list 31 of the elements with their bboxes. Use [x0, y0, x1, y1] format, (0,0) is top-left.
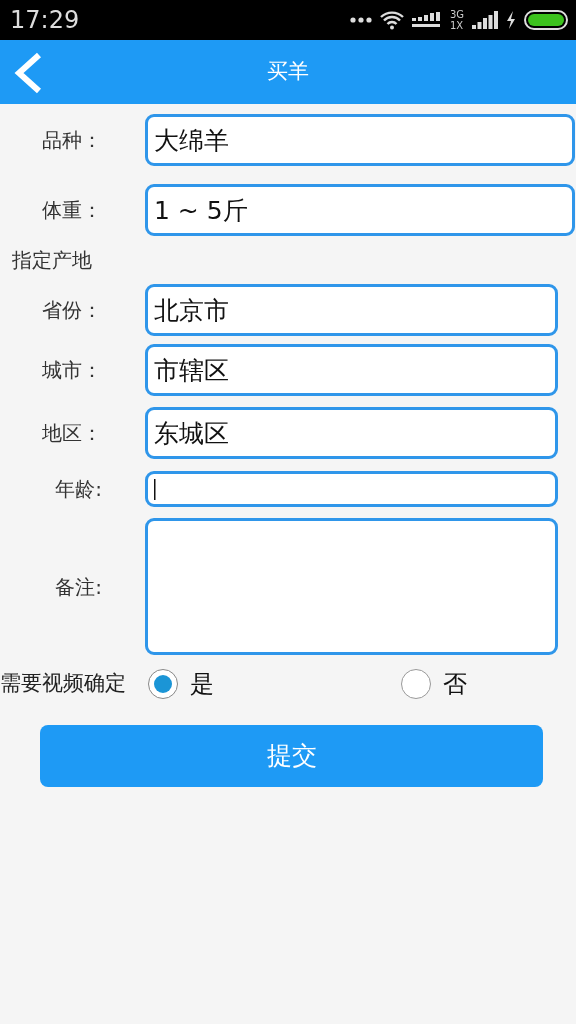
input-field[interactable]: 东城区 — [145, 407, 558, 459]
page-title: 买羊 — [267, 58, 309, 86]
input-field[interactable]: 大绵羊 — [145, 114, 575, 166]
radio-button[interactable] — [148, 669, 178, 699]
field-label: 需要视频确定 — [0, 670, 126, 698]
charging-icon — [506, 11, 516, 29]
field-label: 城市： — [41, 357, 102, 384]
input-field[interactable]: 北京市 — [145, 284, 558, 336]
signal-icon — [411, 12, 442, 28]
input-field[interactable] — [145, 471, 558, 507]
network-label: 3G 1X — [449, 9, 464, 31]
field-label: 备注: — [54, 573, 102, 601]
field-label: 省份： — [41, 297, 102, 324]
radio-label: 是 — [190, 669, 214, 700]
field-label: 体重： — [41, 197, 102, 224]
field-label: 地区： — [41, 420, 102, 447]
section-label: 指定产地 — [11, 247, 93, 274]
signal-icon — [472, 11, 498, 29]
wifi-icon — [379, 10, 404, 30]
more-icon — [349, 17, 372, 23]
radio-button[interactable] — [401, 669, 431, 699]
clock: 17:29 — [10, 5, 80, 36]
radio-label: 否 — [443, 669, 467, 700]
input-field[interactable]: 市辖区 — [145, 344, 558, 396]
field-label: 品种： — [41, 127, 102, 154]
text-area[interactable] — [145, 518, 558, 655]
battery-icon — [524, 10, 568, 30]
back-icon — [14, 52, 44, 94]
back-button[interactable] — [14, 52, 44, 94]
field-label: 年龄: — [54, 476, 102, 503]
input-field[interactable]: 1 ~ 5斤 — [145, 184, 575, 236]
